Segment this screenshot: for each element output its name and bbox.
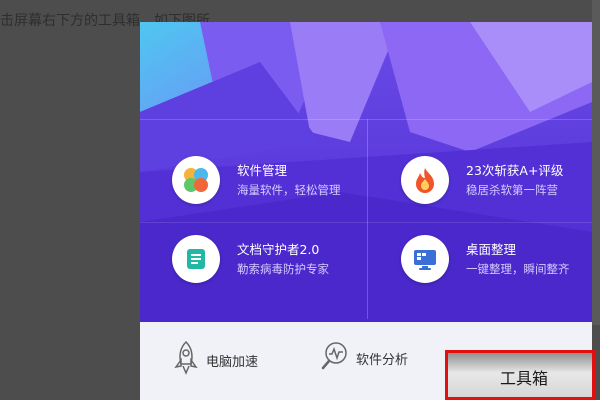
- monitor-icon: [401, 235, 449, 283]
- tile-rating[interactable]: 23次斩获A+评级 稳居杀软第一阵营: [401, 156, 563, 204]
- tile-subtitle: 勒索病毒防护专家: [237, 261, 329, 276]
- tile-subtitle: 海量软件，轻松管理: [237, 182, 341, 197]
- grid-divider: [140, 119, 592, 120]
- tile-title: 软件管理: [237, 162, 288, 178]
- document-icon: [172, 235, 220, 283]
- magnifier-chart-icon: [320, 340, 350, 376]
- toolbox-label: 工具箱: [500, 369, 549, 388]
- rocket-icon: [172, 340, 200, 380]
- fire-icon: [401, 156, 449, 204]
- tile-subtitle: 一键整理，瞬间整齐: [466, 261, 570, 276]
- tile-document-guard[interactable]: 文档守护者2.0 勒索病毒防护专家: [172, 235, 329, 283]
- tile-desktop-organizer[interactable]: 桌面整理 一键整理，瞬间整齐: [401, 235, 570, 283]
- toolbox-popup: 软件管理 海量软件，轻松管理 23次斩获A+评级 稳居杀软第一阵营 文档守护者2…: [140, 22, 592, 400]
- tile-title: 23次斩获A+评级: [466, 162, 564, 178]
- tile-title: 文档守护者2.0: [237, 241, 320, 257]
- colorful-flower-icon: [172, 156, 220, 204]
- backdrop-edge: [592, 0, 600, 325]
- pc-speedup-button[interactable]: 电脑加速: [172, 340, 258, 380]
- software-analysis-label: 软件分析: [356, 352, 409, 368]
- software-analysis-button[interactable]: 软件分析: [320, 340, 408, 376]
- grid-divider: [140, 222, 592, 223]
- tile-subtitle: 稳居杀软第一阵营: [466, 182, 558, 197]
- grid-divider: [367, 119, 368, 319]
- toolbox-button[interactable]: 工具箱: [445, 350, 595, 400]
- pc-speedup-label: 电脑加速: [206, 354, 259, 370]
- tile-software-manager[interactable]: 软件管理 海量软件，轻松管理: [172, 156, 341, 204]
- tile-title: 桌面整理: [466, 241, 517, 257]
